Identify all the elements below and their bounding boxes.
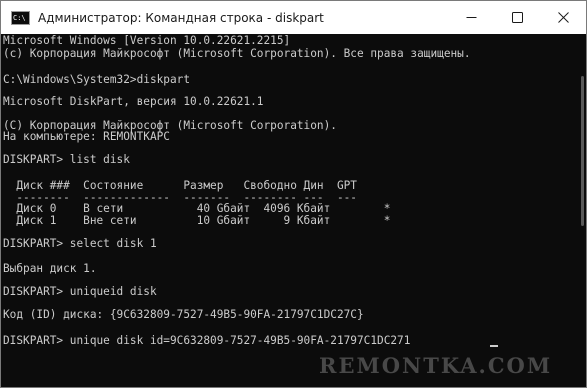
console-line: Microsoft DiskPart, версия 10.0.22621.1 (3, 95, 264, 108)
console-output[interactable]: Microsoft Windows [Version 10.0.22621.22… (1, 34, 586, 387)
minimize-button[interactable] (448, 1, 494, 34)
console-prompt-line: DISKPART> select disk 1 (3, 237, 157, 250)
console-prompt-line: DISKPART> list disk (3, 153, 130, 166)
text-cursor (490, 345, 498, 347)
minimize-icon (466, 17, 476, 18)
close-icon (557, 12, 569, 23)
window-controls (448, 1, 586, 34)
watermark: REMONTKA.COM (319, 353, 553, 378)
console-line: Код (ID) диска: {9C632809-7527-49B5-90FA… (3, 308, 364, 321)
close-button[interactable] (540, 1, 586, 34)
console-line: (c) Корпорация Майкрософт (Microsoft Cor… (3, 47, 471, 60)
title-bar[interactable]: C:\ Администратор: Командная строка - di… (1, 1, 586, 34)
console-line: C:\Windows\System32>diskpart (3, 73, 191, 86)
cmd-app-icon[interactable]: C:\ (11, 10, 30, 25)
maximize-icon (511, 12, 523, 23)
maximize-button[interactable] (494, 1, 540, 34)
command-prompt-window: C:\ Администратор: Командная строка - di… (0, 0, 587, 388)
console-line: Выбран диск 1. (3, 262, 97, 275)
console-input-line[interactable]: DISKPART> unique disk id=9C632809-7527-4… (3, 334, 410, 347)
console-line: Microsoft Windows [Version 10.0.22621.22… (3, 34, 291, 47)
console-line: На компьютере: REMONTKAPC (3, 130, 170, 143)
table-row: Диск 1 Вне сети 10 Gбайт 9 Kбайт * (3, 214, 391, 227)
console-prompt-line: DISKPART> uniqueid disk (3, 285, 157, 298)
window-title: Администратор: Командная строка - diskpa… (38, 10, 324, 25)
scrollbar[interactable] (581, 76, 584, 226)
